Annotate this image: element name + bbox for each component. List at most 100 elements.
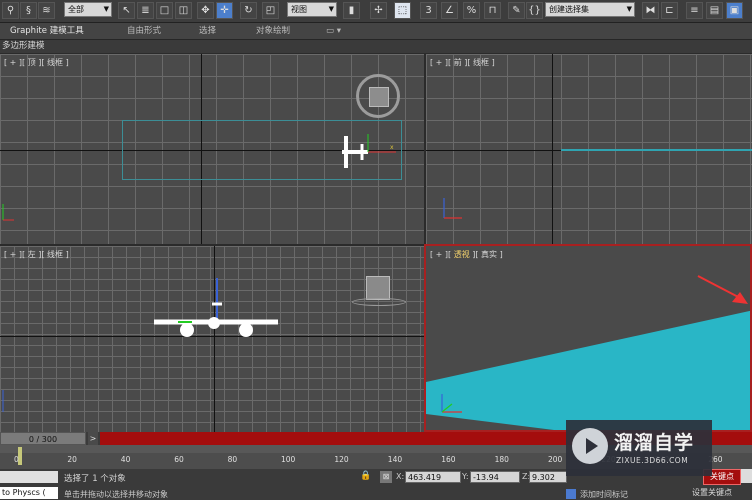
- chevron-down-icon: ▼: [328, 5, 334, 13]
- watermark-url: ZIXUE.3D66.COM: [616, 456, 689, 465]
- angle-snap-icon[interactable]: ∠: [441, 2, 458, 19]
- select-move-active-icon[interactable]: ✛: [216, 2, 233, 19]
- selection-filter-value: 全部: [68, 5, 84, 14]
- polygon-modeling-label[interactable]: 多边形建模: [2, 40, 45, 53]
- viewport-left[interactable]: [ + ][ 左 ][ 线框 ]: [0, 246, 424, 432]
- ribbon: Graphite 建模工具 自由形式 选择 对象绘制 ▭ ▾: [0, 23, 752, 40]
- selection-status-text: 选择了 1 个对象: [64, 474, 126, 484]
- maxscript-input[interactable]: to Physcs (: [0, 487, 58, 499]
- mirror-icon[interactable]: ⧓: [642, 2, 659, 19]
- watermark-brand: 溜溜自学: [614, 432, 695, 454]
- y-coord-label: Y:: [462, 472, 469, 481]
- ref-coord-value: 视图: [291, 5, 307, 14]
- named-selection-sets-icon[interactable]: {}: [526, 2, 543, 19]
- tab-freeform[interactable]: 自由形式: [127, 23, 161, 39]
- viewport-top-label[interactable]: [ + ][ 顶 ][ 线框 ]: [4, 57, 69, 68]
- edit-named-selection-icon[interactable]: ✎: [508, 2, 525, 19]
- keyboard-shortcut-icon[interactable]: ⬚: [394, 2, 411, 19]
- percent-snap-icon[interactable]: %: [463, 2, 480, 19]
- reference-coordinate-dropdown[interactable]: 视图 ▼: [287, 2, 337, 17]
- set-key-button[interactable]: 设置关键点: [692, 487, 732, 498]
- viewcube-icon[interactable]: [366, 276, 390, 300]
- viewport-perspective[interactable]: [ + ][ 透视 ][ 真实 ]: [424, 244, 752, 432]
- selection-filter-dropdown[interactable]: 全部 ▼: [64, 2, 112, 17]
- axis-tripod-icon: [441, 394, 462, 413]
- y-coord-field[interactable]: -13.94: [470, 471, 520, 483]
- airplane-side-view[interactable]: [148, 274, 284, 340]
- lock-selection-icon[interactable]: 🔒: [360, 471, 371, 483]
- tab-graphite[interactable]: Graphite 建模工具: [10, 23, 84, 39]
- prompt-hint-text: 单击并拖动以选择并移动对象: [64, 490, 168, 499]
- viewport-front-label[interactable]: [ + ][ 前 ][ 线框 ]: [430, 57, 495, 68]
- chevron-down-icon: ▼: [626, 5, 632, 13]
- track-bar-tick-label: 60: [174, 455, 184, 464]
- grid-axis-y: [552, 54, 553, 244]
- percent-snap-label: %: [466, 5, 477, 16]
- ribbon-panel-strip: 多边形建模: [0, 40, 752, 53]
- ribbon-options-icon[interactable]: ▭ ▾: [326, 23, 341, 39]
- select-move-icon[interactable]: ✥: [197, 2, 214, 19]
- teal-plane[interactable]: [426, 246, 752, 432]
- viewcube-ring[interactable]: [356, 74, 400, 118]
- viewcube-ring[interactable]: [352, 298, 406, 306]
- graphite-toggle-icon[interactable]: ▤: [706, 2, 723, 19]
- key-filter-field[interactable]: [741, 469, 752, 483]
- current-frame-label: 0 / 300: [28, 435, 58, 444]
- axis-tripod-icon: [2, 390, 4, 412]
- x-coord-label: X:: [396, 472, 405, 481]
- track-bar-tick-label: 140: [387, 455, 403, 464]
- track-bar-tick-label: 180: [494, 455, 509, 464]
- track-bar-tick-label: 0: [14, 455, 19, 464]
- rotate-icon[interactable]: ↻: [240, 2, 257, 19]
- viewport-left-label[interactable]: [ + ][ 左 ][ 线框 ]: [4, 249, 69, 260]
- track-bar-tick-label: 20: [67, 455, 77, 464]
- track-bar-tick-label: 120: [334, 455, 349, 464]
- render-setup-icon[interactable]: ▣: [726, 2, 743, 19]
- track-bar-tick-label: 40: [120, 455, 131, 464]
- bind-space-warp-icon[interactable]: ≋: [38, 2, 55, 19]
- layer-manager-icon[interactable]: ≡: [686, 2, 703, 19]
- select-region-icon[interactable]: □: [156, 2, 173, 19]
- viewport-top[interactable]: [ + ][ 顶 ][ 线框 ] x: [0, 54, 424, 244]
- axis-tripod-icon: [2, 204, 14, 221]
- track-bar-tick-label: 80: [227, 455, 238, 464]
- maxscript-listener[interactable]: [0, 471, 58, 483]
- z-coord-field[interactable]: 9.302: [529, 471, 567, 483]
- unlink-icon[interactable]: §: [20, 2, 37, 19]
- viewcube-icon[interactable]: [369, 87, 389, 107]
- select-by-name-icon[interactable]: ≣: [137, 2, 154, 19]
- select-object-icon[interactable]: ↖: [118, 2, 135, 19]
- time-slider-thumb[interactable]: 0 / 300: [0, 432, 86, 445]
- snap-label: 3: [425, 5, 432, 16]
- main-toolbar: ⚲ § ≋ 全部 ▼ ↖ ≣ □ ◫ ✥ ✛ ↻ ◰ 视图 ▼ ▮ ✢ ⬚ 3 ∠ …: [0, 0, 752, 23]
- play-triangle-icon: [586, 438, 598, 454]
- axis-tripod-icon: [443, 198, 462, 219]
- airplane-top-view[interactable]: x: [328, 132, 400, 172]
- tab-object-paint[interactable]: 对象绘制: [256, 23, 290, 39]
- tab-selection[interactable]: 选择: [199, 23, 216, 39]
- play-logo-icon: [572, 428, 608, 464]
- add-time-tag-button[interactable]: 添加时间标记: [580, 489, 628, 500]
- watermark-logo: 溜溜自学 ZIXUE.3D66.COM: [566, 420, 712, 476]
- plane-edge[interactable]: [561, 149, 752, 151]
- svg-text:x: x: [390, 144, 394, 151]
- track-bar-tick-label: 200: [548, 455, 563, 464]
- manipulate-icon[interactable]: ✢: [370, 2, 387, 19]
- x-coord-field[interactable]: 463.419: [405, 471, 461, 483]
- link-icon[interactable]: ⚲: [2, 2, 19, 19]
- spinner-snap-icon[interactable]: ⊓: [484, 2, 501, 19]
- viewport-front[interactable]: [ + ][ 前 ][ 线框 ]: [426, 54, 752, 244]
- track-bar-tick-label: 100: [281, 455, 296, 464]
- chevron-down-icon: ▼: [103, 5, 109, 13]
- align-icon[interactable]: ⊏: [661, 2, 678, 19]
- pivot-center-icon[interactable]: ▮: [343, 2, 360, 19]
- window-crossing-icon[interactable]: ◫: [175, 2, 192, 19]
- time-tag-icon[interactable]: [566, 489, 576, 499]
- absolute-mode-icon[interactable]: ⊠: [380, 471, 392, 483]
- scale-icon[interactable]: ◰: [262, 2, 279, 19]
- track-bar-tick-label: 160: [441, 455, 456, 464]
- next-frame-icon[interactable]: >: [88, 432, 98, 445]
- named-selection-value: 创建选择集: [549, 5, 589, 14]
- named-selection-dropdown[interactable]: 创建选择集 ▼: [545, 2, 635, 17]
- snap-toggle-icon[interactable]: 3: [420, 2, 437, 19]
